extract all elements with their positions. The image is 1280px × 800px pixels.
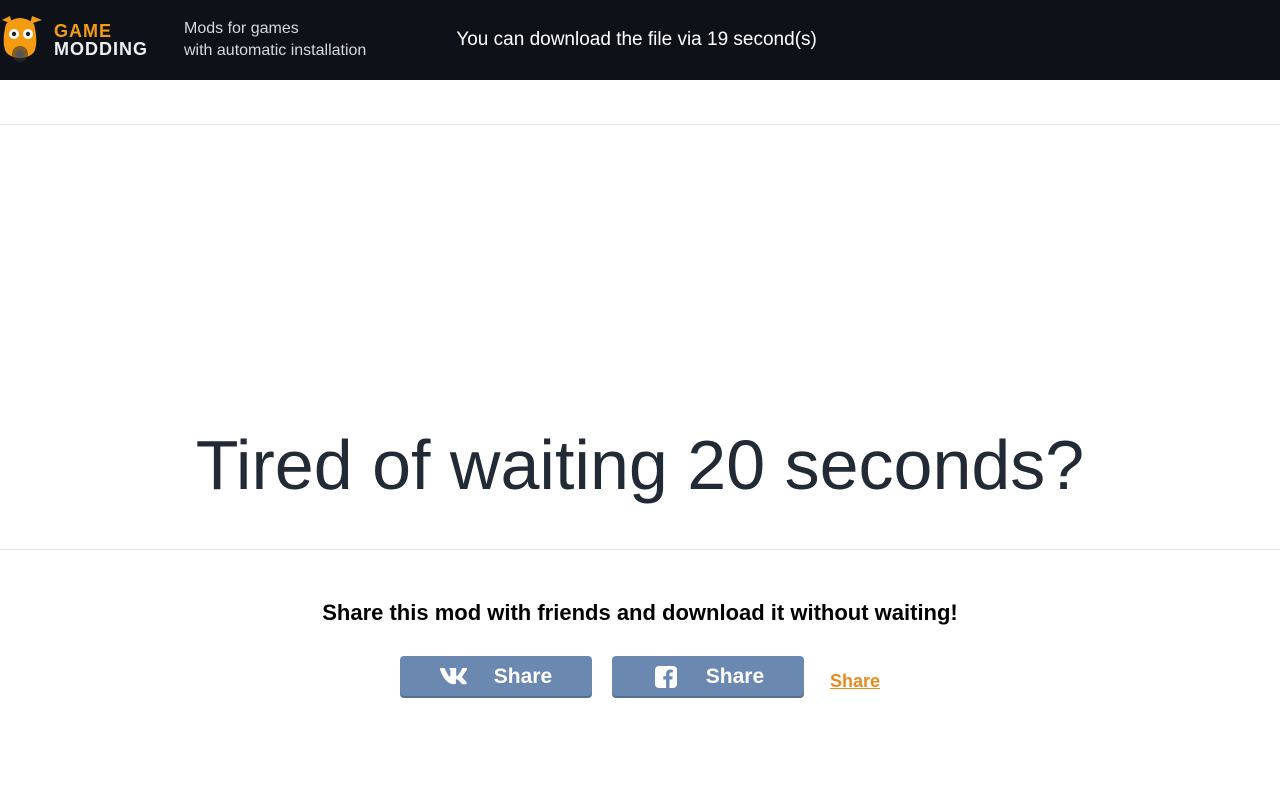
vk-share-label: Share: [494, 665, 552, 689]
mascot-icon: [0, 14, 44, 62]
countdown-text: You can download the file via 19 second(…: [456, 29, 817, 51]
main-area: Tired of waiting 20 seconds?: [0, 425, 1280, 550]
hero-heading: Tired of waiting 20 seconds?: [0, 425, 1280, 505]
tagline-line2: with automatic installation: [184, 40, 366, 62]
fb-share-button[interactable]: Share: [612, 656, 804, 698]
logo-text: GAME MODDING: [54, 22, 148, 58]
fb-share-label: Share: [706, 665, 764, 689]
vk-share-button[interactable]: Share: [400, 656, 592, 698]
share-title: Share this mod with friends and download…: [0, 600, 1280, 626]
facebook-icon: [652, 666, 680, 688]
tagline: Mods for games with automatic installati…: [184, 18, 366, 63]
share-section: Share this mod with friends and download…: [0, 600, 1280, 698]
logo-line1: GAME: [54, 22, 148, 40]
header-bar: GAME MODDING Mods for games with automat…: [0, 0, 1280, 80]
divider-top: [0, 124, 1280, 125]
logo-line2: MODDING: [54, 40, 148, 58]
vk-icon: [440, 666, 468, 688]
logo[interactable]: GAME MODDING: [0, 18, 148, 62]
share-text-link[interactable]: Share: [830, 671, 880, 692]
share-buttons: Share Share Share: [0, 656, 1280, 698]
tagline-line1: Mods for games: [184, 18, 366, 40]
